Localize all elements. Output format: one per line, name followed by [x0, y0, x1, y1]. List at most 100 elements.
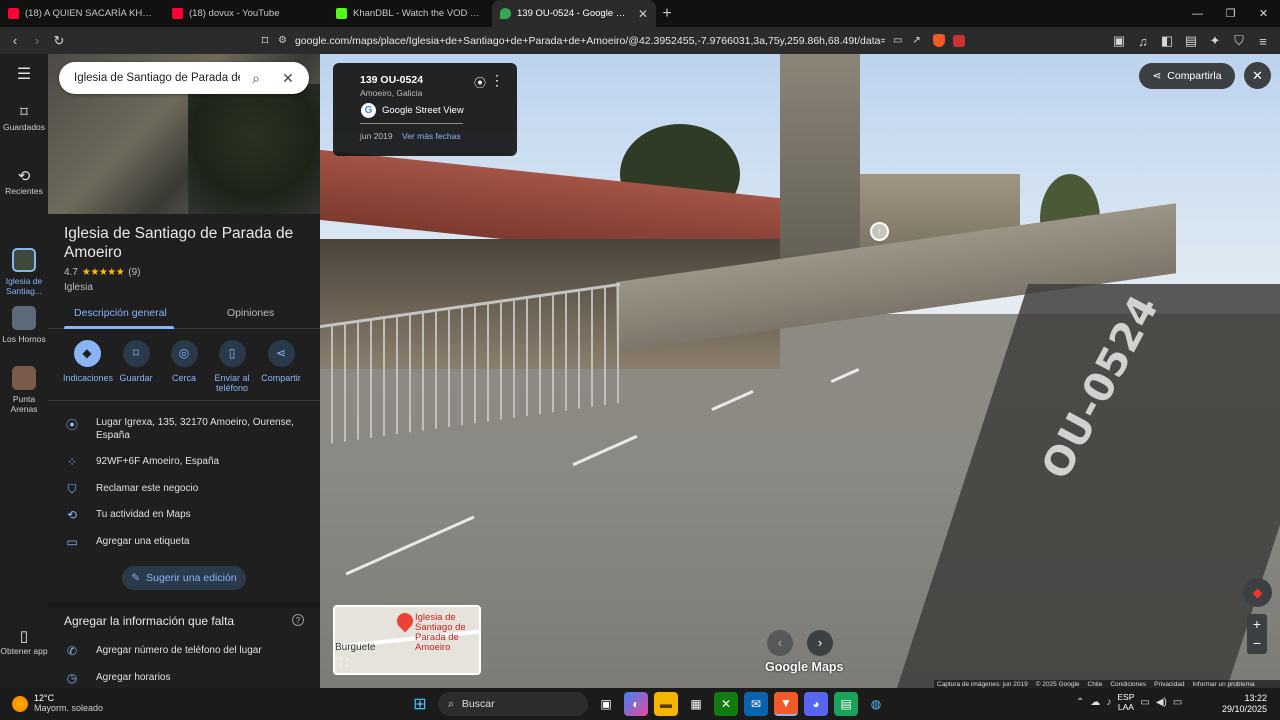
rating-row[interactable]: 4.7 ★★★★★ (9)	[64, 267, 140, 278]
recent-item-1[interactable]: Iglesia de Santiag...	[0, 248, 48, 296]
tab-reviews[interactable]: Opiniones	[227, 307, 274, 319]
cloud-icon[interactable]: ☁	[1090, 697, 1100, 708]
street-view-marker-icon[interactable]: ↑	[870, 222, 889, 241]
recent-item-2[interactable]: Los Hornos	[0, 306, 48, 344]
capture-date: jun 2019	[360, 131, 393, 141]
plus-code-row[interactable]: ⁘ 92WF+6F Amoeiro, España	[48, 455, 320, 469]
add-phone-row[interactable]: ✆ Agregar número de teléfono del lugar	[48, 644, 320, 658]
sidebar-icon[interactable]: ◧	[1156, 30, 1178, 52]
directions-button[interactable]: ◆ Indicaciones	[63, 340, 113, 383]
new-tab-button[interactable]: +	[656, 0, 678, 27]
brave-browser-icon[interactable]: ▼	[774, 692, 798, 716]
previous-arrow-button[interactable]: ‹	[767, 630, 793, 656]
leo-ai-icon[interactable]: ✦	[1204, 30, 1226, 52]
address-row[interactable]: ⦿ Lugar Igrexa, 135, 32170 Amoeiro, Oure…	[48, 416, 320, 442]
share-button[interactable]: ⋖ Compartir	[257, 340, 305, 383]
menu-button[interactable]: ☰	[0, 67, 48, 84]
close-icon[interactable]: ✕	[272, 70, 304, 87]
close-street-view-button[interactable]: ✕	[1244, 62, 1271, 89]
wallet-icon[interactable]: ▤	[1180, 30, 1202, 52]
app-icon[interactable]: ▤	[834, 692, 858, 716]
battery-icon[interactable]: ▭	[1173, 697, 1182, 708]
display-icon[interactable]: ▭	[1140, 697, 1149, 708]
browser-tab-2[interactable]: (18) dovux - YouTube	[164, 0, 328, 27]
volume-icon[interactable]: ◀)	[1156, 697, 1167, 708]
copilot-icon[interactable]: ◐	[624, 692, 648, 716]
rewards-icon[interactable]	[952, 34, 965, 47]
expand-icon[interactable]: ⛶	[340, 657, 348, 670]
browser-tab-active[interactable]: 139 OU-0524 - Google Maps ✕	[492, 0, 656, 27]
recent-item-3[interactable]: Punta Arenas	[0, 366, 48, 414]
weather-widget[interactable]: 12°C Mayorm. soleado	[12, 693, 103, 714]
brave-shield-icon[interactable]	[932, 34, 945, 47]
tab-title: (18) dovux - YouTube	[189, 8, 280, 19]
vpn-icon[interactable]: ⛉	[1228, 30, 1250, 52]
minimize-icon[interactable]: —	[1181, 0, 1214, 27]
clock[interactable]: 13:22 29/10/2025	[1222, 693, 1267, 715]
region-link[interactable]: Chile	[1088, 681, 1103, 688]
search-input[interactable]	[74, 72, 240, 84]
task-view-icon[interactable]: ▣	[594, 692, 618, 716]
get-app-button[interactable]: ▯ Obtener app	[0, 629, 48, 656]
mail-icon[interactable]: ✉	[744, 692, 768, 716]
close-window-icon[interactable]: ✕	[1247, 0, 1280, 27]
browser-tab-3[interactable]: KhanDBL - Watch the VOD on Kick	[328, 0, 492, 27]
saved-button[interactable]: ⌑ Guardados	[0, 104, 48, 132]
more-dates-link[interactable]: Ver más fechas	[402, 131, 461, 141]
save-button[interactable]: ⌑ Guardar	[112, 340, 160, 383]
terms-link[interactable]: Condiciones	[1110, 681, 1146, 688]
discord-icon[interactable]: ◕	[804, 692, 828, 716]
compass-icon[interactable]: ◆	[1243, 578, 1272, 607]
browser-tab-1[interactable]: (18) A QUIEN SACARÍA KHAN DE LA	[0, 0, 164, 27]
bookmark-icon[interactable]: ⌑	[254, 30, 276, 52]
restore-icon[interactable]: ❐	[1214, 0, 1247, 27]
site-info-icon[interactable]: ⚙	[278, 35, 287, 46]
next-arrow-button[interactable]: ›	[807, 630, 833, 656]
report-link[interactable]: Informar un problema	[1192, 681, 1254, 688]
zoom-out-button[interactable]: −	[1247, 634, 1267, 654]
store-icon[interactable]: ▦	[684, 692, 708, 716]
windows-start-icon[interactable]: ⊞	[408, 692, 432, 716]
plus-code-icon: ⁘	[66, 455, 78, 469]
activity-row[interactable]: ⟲ Tu actividad en Maps	[48, 508, 320, 522]
share-streetview-button[interactable]: ⋖ Compartirla	[1139, 63, 1235, 89]
media-icon[interactable]: ♫	[1132, 30, 1154, 52]
cast-icon[interactable]: ▭	[893, 35, 902, 46]
label-icon: ▭	[66, 535, 78, 549]
location-pin-icon[interactable]: ⦿	[474, 74, 486, 91]
recent-button[interactable]: ⟲ Recientes	[0, 169, 48, 196]
globe-icon[interactable]: ◍	[864, 692, 888, 716]
label-row[interactable]: ▭ Agregar una etiqueta	[48, 535, 320, 549]
menu-icon[interactable]: ≡	[1252, 30, 1274, 52]
add-hours-row[interactable]: ◷ Agregar horarios	[48, 671, 320, 685]
language-indicator[interactable]: ESP LAA	[1117, 692, 1134, 712]
mini-map[interactable]: Iglesia de Santiago de Parada de Amoeiro…	[333, 605, 481, 675]
divider	[48, 400, 320, 401]
zoom-in-button[interactable]: +	[1247, 614, 1267, 634]
help-icon[interactable]: ?	[292, 614, 304, 626]
place-type[interactable]: Iglesia	[64, 282, 93, 293]
bookmark-icon: ⌑	[20, 104, 28, 121]
reload-icon[interactable]: ↻	[48, 30, 70, 52]
file-explorer-icon[interactable]: ▬	[654, 692, 678, 716]
claim-row[interactable]: ⛉ Reclamar este negocio	[48, 482, 320, 497]
send-to-phone-button[interactable]: ▯ Enviar al teléfono	[208, 340, 256, 393]
search-icon[interactable]: ⌕	[240, 70, 272, 87]
taskbar-search[interactable]: ⌕ Buscar	[438, 692, 588, 716]
forward-icon[interactable]: ›	[26, 30, 48, 52]
share-page-icon[interactable]: ↗	[912, 35, 920, 46]
mic-icon[interactable]: ♪	[1106, 697, 1111, 708]
more-options-icon[interactable]: ⋮	[490, 72, 504, 89]
address-bar[interactable]: ⚙ google.com/maps/place/Iglesia+de+Santi…	[278, 30, 1000, 51]
tab-overview[interactable]: Descripción general	[74, 307, 167, 319]
recent-item-label: Punta Arenas	[10, 394, 38, 414]
back-icon[interactable]: ‹	[4, 30, 26, 52]
browser-toolbar: ‹ › ↻ ⌑ ⚙ google.com/maps/place/Iglesia+…	[0, 27, 1280, 54]
tray-overflow-icon[interactable]: ⌃	[1076, 697, 1084, 708]
suggest-edit-button[interactable]: ✎ Sugerir una edición	[122, 566, 246, 590]
privacy-link[interactable]: Privacidad	[1154, 681, 1184, 688]
nearby-button[interactable]: ◎ Cerca	[160, 340, 208, 383]
xbox-icon[interactable]: ✕	[714, 692, 738, 716]
reader-icon[interactable]: ▣	[1108, 30, 1130, 52]
close-tab-icon[interactable]: ✕	[632, 7, 648, 21]
